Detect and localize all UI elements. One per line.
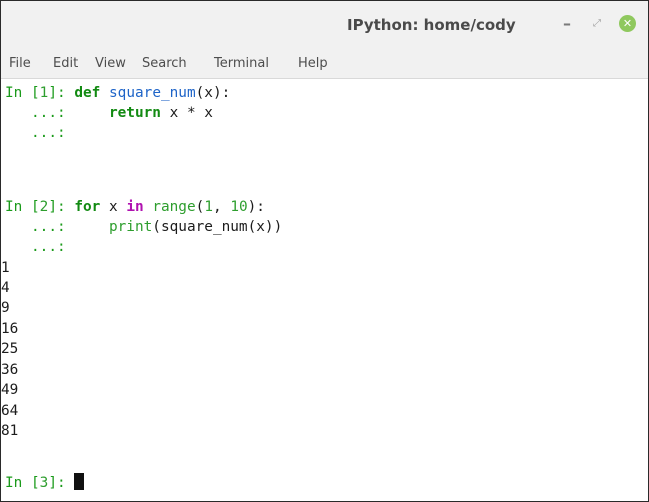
input-line-3[interactable]: In [3]:	[5, 473, 85, 493]
paren-open: (	[195, 199, 205, 215]
keyword-for: for	[74, 199, 101, 215]
output-line: 36	[1, 362, 19, 378]
input-line-1: In [1]: def square_num(x):	[5, 83, 230, 103]
continuation-prompt: ...:	[5, 105, 75, 121]
output-line: 64	[1, 403, 19, 419]
output-line: 25	[1, 341, 19, 357]
output-line: 81	[1, 423, 19, 439]
prompt-close: ]:	[48, 199, 75, 215]
output-line: 9	[1, 300, 10, 316]
continuation-line: ...:	[5, 237, 74, 257]
prompt-label: In [	[5, 475, 40, 491]
menu-bar: File Edit View Search Terminal Help	[1, 51, 648, 79]
terminal-window: IPython: home/cody – ⤢ ✕ File Edit View …	[0, 0, 649, 502]
prompt-label: In [	[5, 85, 40, 101]
continuation-line: ...: return x * x	[5, 103, 213, 123]
keyword-def: def	[74, 85, 101, 101]
function-args: (x):	[195, 85, 231, 101]
minimize-button[interactable]: –	[556, 13, 578, 35]
input-line-2: In [2]: for x in range(1, 10):	[5, 197, 265, 217]
menu-search[interactable]: Search	[142, 56, 187, 71]
continuation-prompt: ...:	[5, 219, 75, 235]
prompt-close: ]:	[48, 85, 75, 101]
comma: ,	[212, 199, 231, 215]
builtin-print: print	[108, 219, 153, 235]
function-name: square_num	[109, 85, 196, 101]
window-title: IPython: home/cody	[347, 16, 516, 34]
loop-variable: x	[100, 199, 127, 215]
text-cursor	[74, 473, 85, 490]
maximize-button[interactable]: ⤢	[586, 13, 608, 35]
prompt-label: In [	[5, 199, 40, 215]
menu-help[interactable]: Help	[298, 56, 328, 71]
close-button[interactable]: ✕	[619, 15, 636, 32]
menu-terminal[interactable]: Terminal	[214, 56, 269, 71]
menu-view[interactable]: View	[95, 56, 126, 71]
continuation-line: ...:	[5, 123, 74, 143]
continuation-line: ...: print(square_num(x))	[5, 217, 282, 237]
menu-file[interactable]: File	[9, 56, 31, 71]
range-stop: 10	[230, 199, 248, 215]
output-line: 49	[1, 382, 19, 398]
continuation-prompt: ...:	[5, 239, 75, 255]
title-bar[interactable]: IPython: home/cody – ⤢ ✕	[1, 1, 648, 51]
menu-edit[interactable]: Edit	[53, 56, 78, 71]
return-expression: x * x	[160, 105, 213, 121]
continuation-prompt: ...:	[5, 125, 75, 141]
range-start: 1	[204, 199, 213, 215]
prompt-close: ]:	[48, 475, 75, 491]
output-line: 4	[1, 280, 10, 296]
paren-close: ):	[247, 199, 265, 215]
terminal-output[interactable]: In [1]: def square_num(x): ...: return x…	[1, 80, 648, 501]
keyword-return: return	[108, 105, 161, 121]
output-line: 16	[1, 321, 19, 337]
print-args: (square_num(x))	[152, 219, 283, 235]
keyword-in: in	[126, 199, 144, 215]
builtin-range: range	[143, 199, 196, 215]
output-line: 1	[1, 260, 10, 276]
